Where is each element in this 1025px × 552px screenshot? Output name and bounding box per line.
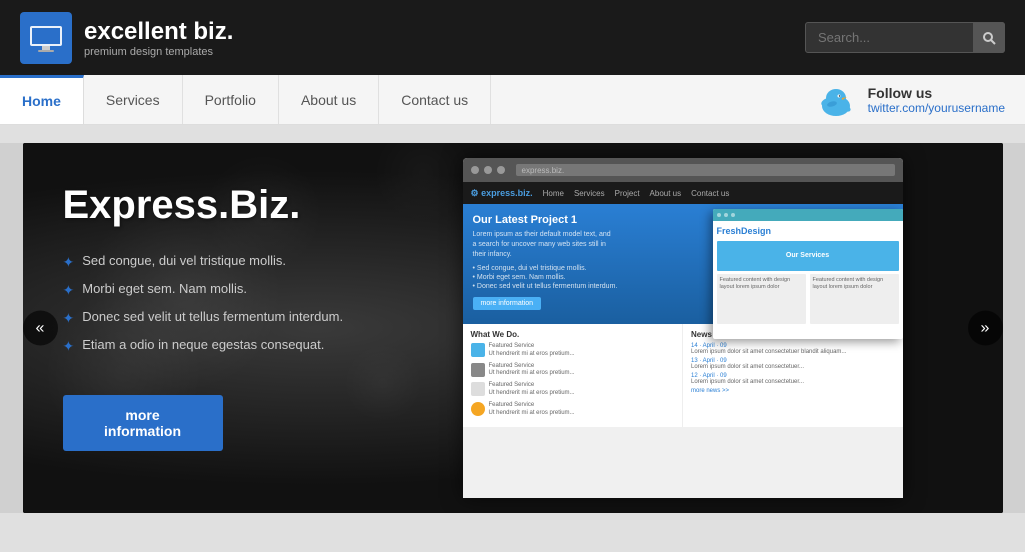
nested-dot-2 (724, 213, 728, 217)
twitter-bird-icon (814, 78, 858, 122)
hero-left: Express.Biz. ✦ Sed congue, dui vel trist… (23, 143, 453, 513)
logo-text-area: excellent biz. premium design templates (84, 18, 233, 58)
search-button[interactable] (973, 22, 1005, 53)
nested-content: FreshDesign Our Services Featured conten… (713, 221, 903, 328)
hero-bullet-1: ✦ Sed congue, dui vel tristique mollis. (63, 253, 413, 271)
inner-news-2: 13 · April · 09 Lorem ipsum dolor sit am… (691, 358, 895, 370)
inner-logo: ⚙ express.biz. (471, 188, 533, 199)
nested-bar (713, 209, 903, 221)
browser-content: ⚙ express.biz. Home Services Project Abo… (463, 182, 903, 498)
hero-bullet-4: ✦ Etiam a odio in neque egestas consequa… (63, 337, 413, 355)
follow-label: Follow us (868, 85, 1005, 101)
inner-lower-left: What We Do. Featured ServiceUt hendrerit… (463, 324, 683, 427)
inner-hero-text: Lorem ipsum as their default model text,… (473, 230, 613, 259)
bullet-icon-3: ✦ (63, 310, 75, 327)
nested-screenshot: FreshDesign Our Services Featured conten… (713, 209, 903, 339)
inner-bullet-3: • Donec sed velit ut tellus fermentum in… (473, 283, 678, 290)
follow-username[interactable]: twitter.com/yourusername (868, 101, 1005, 115)
hero-title: Express.Biz. (63, 183, 413, 228)
inner-nav-contact: Contact us (691, 189, 729, 198)
inner-btn: more information (473, 297, 542, 310)
bullet-icon-1: ✦ (63, 254, 75, 271)
hero-content: Express.Biz. ✦ Sed congue, dui vel trist… (23, 143, 1003, 513)
nested-text-2: Featured content with design layout lore… (813, 277, 896, 291)
logo-title: excellent biz. (84, 18, 233, 46)
inner-lower: What We Do. Featured ServiceUt hendrerit… (463, 324, 903, 427)
nested-text-1: Featured content with design layout lore… (720, 277, 803, 291)
hero-bullets: ✦ Sed congue, dui vel tristique mollis. … (63, 253, 413, 365)
nav-links: Home Services Portfolio About us Contact… (0, 75, 491, 124)
inner-service-text-4: Featured ServiceUt hendrerit mi at eros … (489, 402, 575, 418)
bullet-icon-2: ✦ (63, 282, 75, 299)
nested-dot-1 (717, 213, 721, 217)
hero-bullet-text-3: Donec sed velit ut tellus fermentum inte… (82, 309, 343, 324)
hero-bullet-2: ✦ Morbi eget sem. Nam mollis. (63, 281, 413, 299)
logo-subtitle: premium design templates (84, 46, 233, 58)
nav-item-services[interactable]: Services (84, 75, 183, 124)
inner-service-3: Featured ServiceUt hendrerit mi at eros … (471, 382, 675, 398)
hero-bullet-text-2: Morbi eget sem. Nam mollis. (82, 281, 247, 296)
inner-service-2: Featured ServiceUt hendrerit mi at eros … (471, 363, 675, 379)
inner-hero: Our Latest Project 1 Lorem ipsum as thei… (463, 204, 903, 324)
follow-text: Follow us twitter.com/yourusername (868, 85, 1005, 115)
inner-service-text-1: Featured ServiceUt hendrerit mi at eros … (489, 343, 575, 359)
logo-area: excellent biz. premium design templates (20, 12, 233, 64)
more-information-button[interactable]: more information (63, 395, 223, 451)
inner-bullet-1: • Sed congue, dui vel tristique mollis. (473, 265, 678, 272)
nav-item-contact[interactable]: Contact us (379, 75, 491, 124)
inner-nav-home: Home (543, 189, 564, 198)
header: excellent biz. premium design templates (0, 0, 1025, 75)
browser-mockup: express.biz. ⚙ express.biz. Home Service… (463, 158, 903, 498)
inner-lower-right: News Site. 14 · April · 09 Lorem ipsum d… (682, 324, 903, 427)
browser-url: express.biz. (522, 166, 565, 175)
nav: Home Services Portfolio About us Contact… (0, 75, 1025, 125)
hero-bullet-text-1: Sed congue, dui vel tristique mollis. (82, 253, 286, 268)
prev-arrow-icon: « (36, 319, 45, 337)
bullet-icon-4: ✦ (63, 338, 75, 355)
inner-bullet-2: • Morbi eget sem. Nam mollis. (473, 274, 678, 281)
inner-service-4: Featured ServiceUt hendrerit mi at eros … (471, 402, 675, 418)
hero-right: express.biz. ⚙ express.biz. Home Service… (453, 143, 1003, 513)
browser-dot-1 (471, 166, 479, 174)
browser-dot-3 (497, 166, 505, 174)
inner-news-1: 14 · April · 09 Lorem ipsum dolor sit am… (691, 343, 895, 355)
inner-service-text-2: Featured ServiceUt hendrerit mi at eros … (489, 363, 575, 379)
hero-bullet-text-4: Etiam a odio in neque egestas consequat. (82, 337, 324, 352)
nested-preview-label: Our Services (786, 251, 829, 261)
inner-news-3: 12 · April · 09 Lorem ipsum dolor sit am… (691, 373, 895, 385)
inner-nav-about: About us (650, 189, 682, 198)
next-arrow[interactable]: » (968, 311, 1003, 346)
prev-arrow[interactable]: « (23, 311, 58, 346)
inner-service-text-3: Featured ServiceUt hendrerit mi at eros … (489, 382, 575, 398)
hero-section: « Express.Biz. ✦ Sed congue, dui vel tri… (23, 143, 1003, 513)
nested-title: FreshDesign (717, 225, 899, 238)
nested-dot-3 (731, 213, 735, 217)
inner-nav-project: Project (615, 189, 640, 198)
browser-bar: express.biz. (463, 158, 903, 182)
inner-hero-title: Our Latest Project 1 (473, 214, 678, 226)
inner-nav-services: Services (574, 189, 605, 198)
logo-icon (20, 12, 72, 64)
inner-what-we-do: What We Do. (471, 330, 675, 339)
inner-nav: ⚙ express.biz. Home Services Project Abo… (463, 182, 903, 204)
nav-item-portfolio[interactable]: Portfolio (183, 75, 279, 124)
nav-item-about[interactable]: About us (279, 75, 379, 124)
inner-more-link: more news >> (691, 388, 895, 394)
inner-service-1: Featured ServiceUt hendrerit mi at eros … (471, 343, 675, 359)
nav-item-home[interactable]: Home (0, 75, 84, 124)
search-area (805, 22, 1005, 53)
social-area: Follow us twitter.com/yourusername (794, 75, 1025, 124)
hero-bullet-3: ✦ Donec sed velit ut tellus fermentum in… (63, 309, 413, 327)
browser-dot-2 (484, 166, 492, 174)
next-arrow-icon: » (981, 319, 990, 337)
